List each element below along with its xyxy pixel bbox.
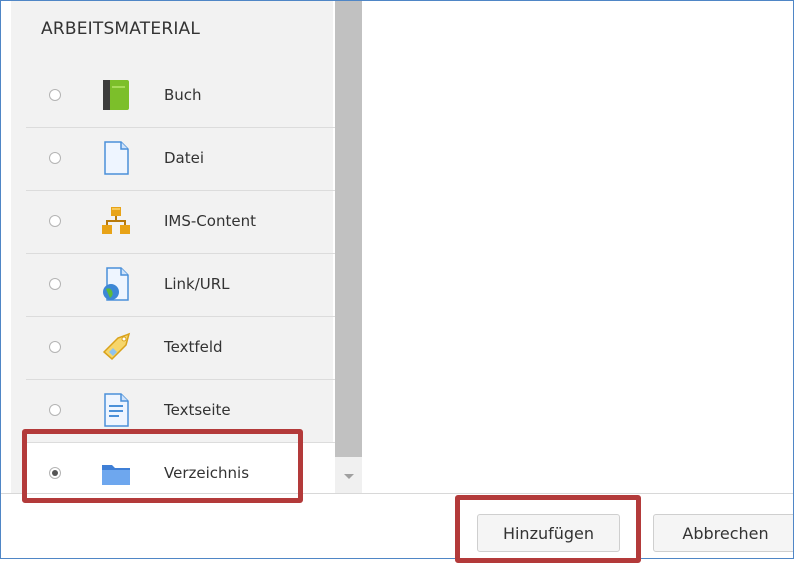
module-list: Buch Datei IMS-Content Link/URL Textfeld… [26, 65, 341, 505]
module-label: Buch [164, 86, 202, 104]
file-icon [100, 141, 132, 175]
module-label: Verzeichnis [164, 464, 250, 482]
module-description-area [363, 1, 793, 493]
module-item-textfeld[interactable]: Textfeld [26, 317, 341, 380]
book-icon [100, 78, 132, 112]
module-radio-verzeichnis[interactable] [49, 467, 61, 479]
section-title: ARBEITSMATERIAL [41, 19, 201, 39]
module-list-scrollbar[interactable] [335, 1, 362, 493]
ims-package-icon [100, 204, 132, 238]
module-radio-link-url[interactable] [49, 278, 61, 290]
module-item-buch[interactable]: Buch [26, 65, 341, 128]
dialog-footer: Hinzufügen Abbrechen [1, 493, 793, 558]
module-radio-textfeld[interactable] [49, 341, 61, 353]
scrollbar-thumb[interactable] [335, 1, 362, 457]
module-label: Textseite [164, 401, 231, 419]
label-tag-icon [100, 330, 132, 364]
module-item-ims-content[interactable]: IMS-Content [26, 191, 341, 254]
add-button[interactable]: Hinzufügen [477, 514, 620, 552]
module-item-textseite[interactable]: Textseite [26, 380, 341, 443]
page-icon [100, 393, 132, 427]
module-label: Textfeld [164, 338, 223, 356]
module-radio-ims-content[interactable] [49, 215, 61, 227]
module-item-datei[interactable]: Datei [26, 128, 341, 191]
activity-chooser-dialog: ARBEITSMATERIAL Buch Datei IMS-Content L… [0, 0, 794, 559]
module-panel: ARBEITSMATERIAL Buch Datei IMS-Content L… [11, 1, 341, 505]
module-label: IMS-Content [164, 212, 256, 230]
scroll-down-arrow-icon[interactable] [344, 474, 354, 479]
module-radio-buch[interactable] [49, 89, 61, 101]
url-globe-icon [100, 267, 132, 301]
module-label: Link/URL [164, 275, 230, 293]
module-radio-datei[interactable] [49, 152, 61, 164]
folder-icon [100, 456, 132, 490]
module-radio-textseite[interactable] [49, 404, 61, 416]
module-label: Datei [164, 149, 205, 167]
cancel-button[interactable]: Abbrechen [653, 514, 793, 552]
module-item-link-url[interactable]: Link/URL [26, 254, 341, 317]
